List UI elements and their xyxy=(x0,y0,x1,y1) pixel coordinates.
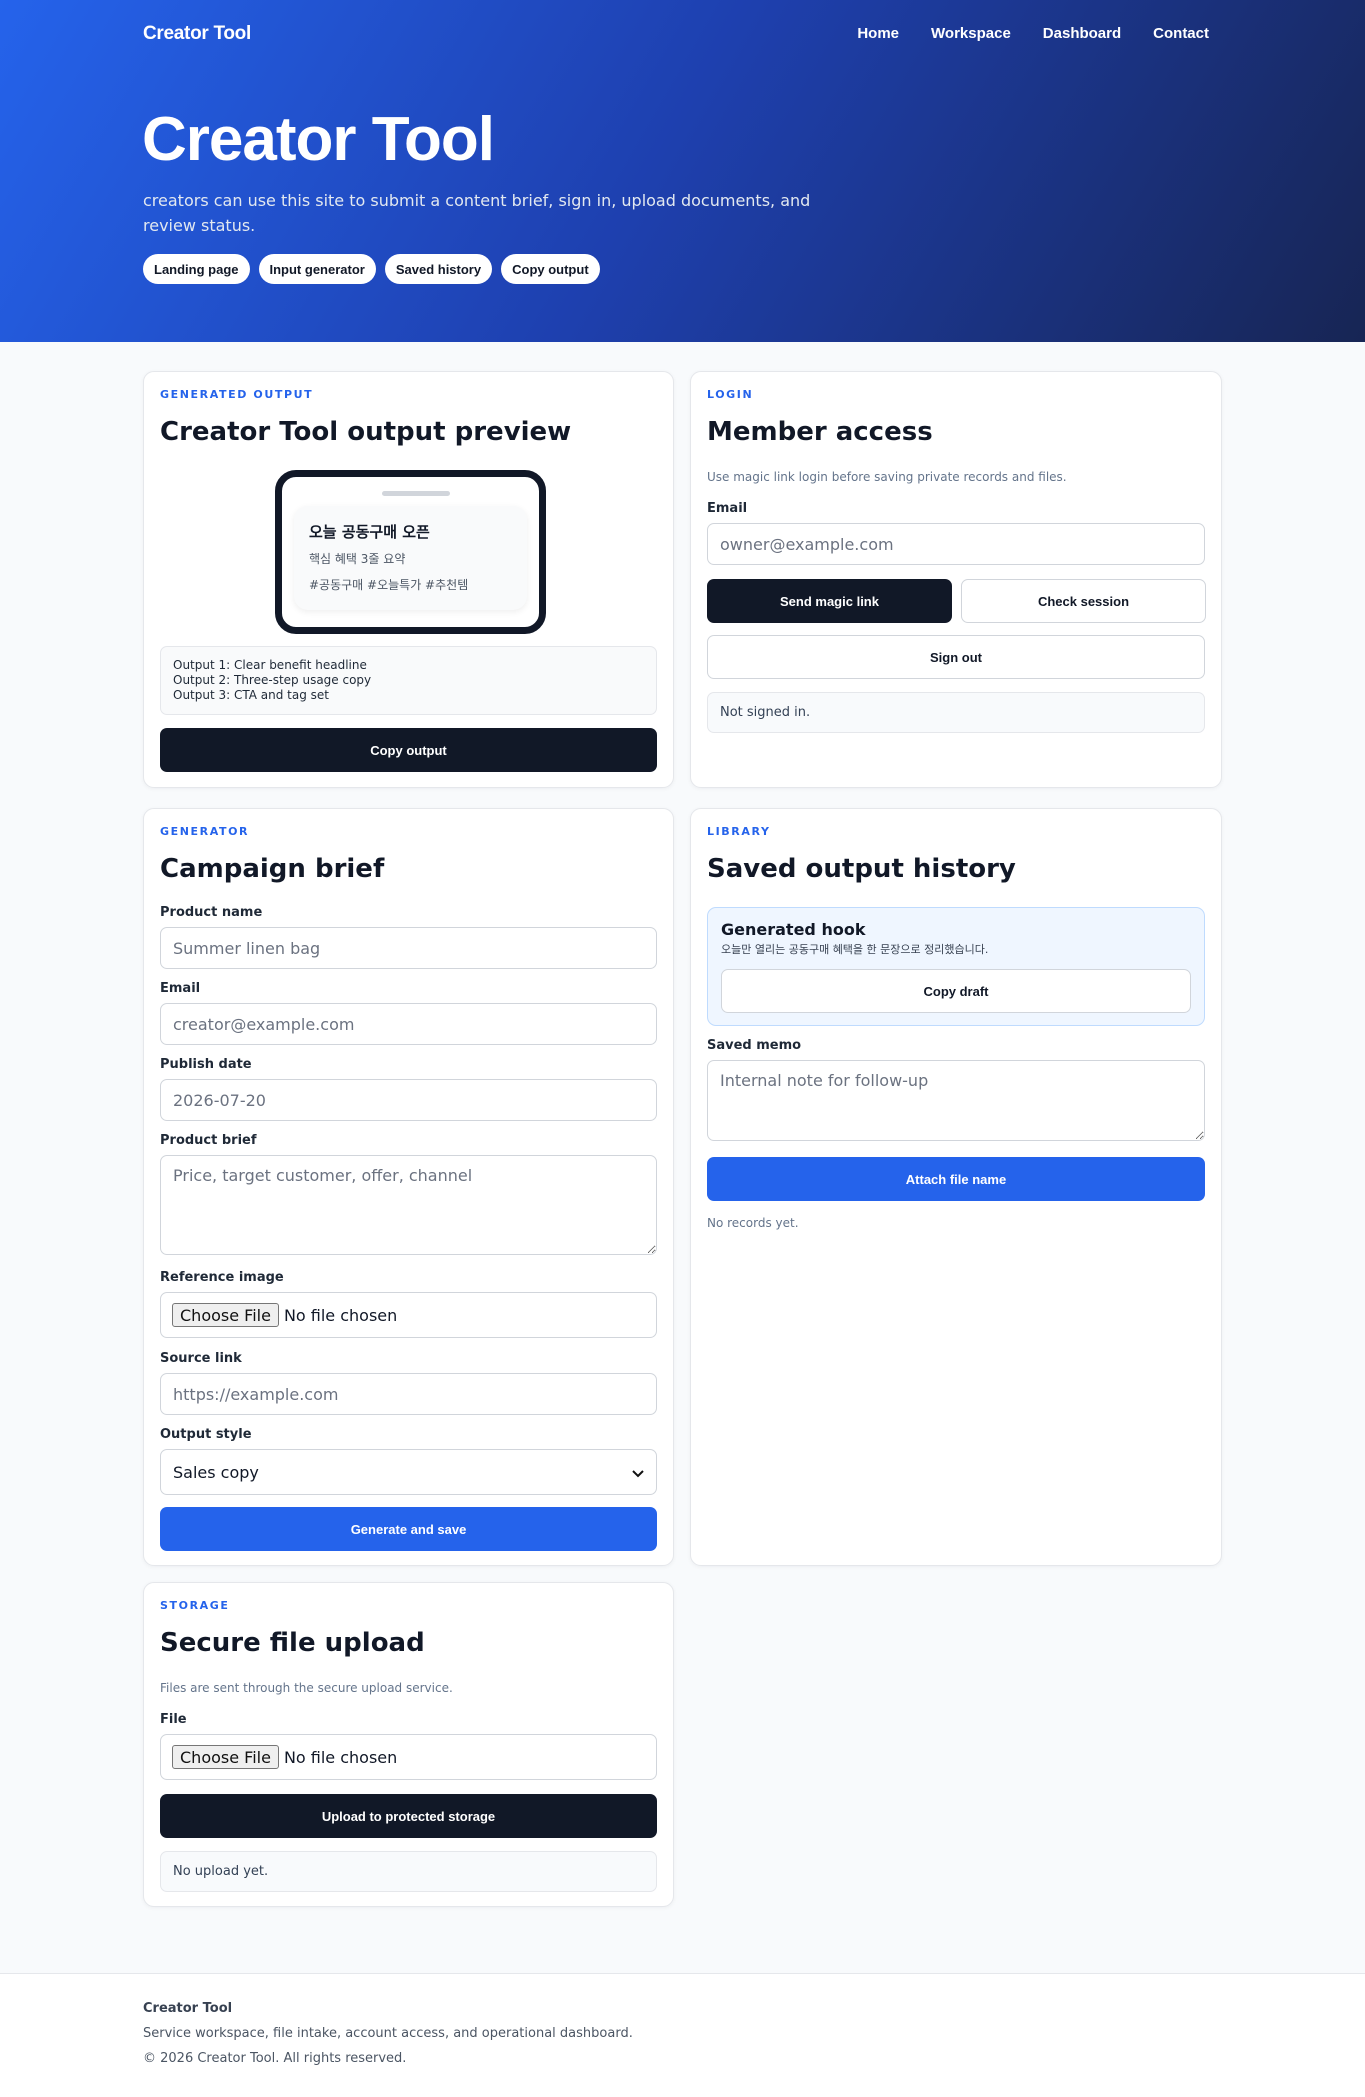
nav-dashboard-link[interactable]: Dashboard xyxy=(1043,25,1121,42)
login-description: Use magic link login before saving priva… xyxy=(707,470,1067,484)
chevron-down-icon xyxy=(632,1463,644,1482)
upload-status: No upload yet. xyxy=(160,1851,657,1892)
saved-memo-label: Saved memo xyxy=(707,1038,802,1053)
generator-email-input[interactable] xyxy=(160,1003,657,1045)
hero-subtitle: creators can use this site to submit a c… xyxy=(143,191,811,235)
nav-brand[interactable]: Creator Tool xyxy=(143,23,251,45)
file-status: No file chosen xyxy=(283,1305,398,1325)
hero-chips: Landing page Input generator Saved histo… xyxy=(143,254,600,284)
output-style-label: Output style xyxy=(160,1427,252,1442)
library-title: Saved output history xyxy=(707,854,1016,884)
product-name-label: Product name xyxy=(160,905,263,920)
storage-description: Files are sent through the secure upload… xyxy=(160,1681,453,1695)
reference-image-file-input: Choose File No file chosen xyxy=(160,1292,657,1338)
attach-file-name-button[interactable]: Attach file name xyxy=(707,1157,1205,1201)
footer-brand: Creator Tool xyxy=(143,2001,233,2016)
login-eyebrow: LOGIN xyxy=(707,388,754,401)
site-footer: Creator Tool Service workspace, file int… xyxy=(0,1973,1365,2097)
copy-draft-button[interactable]: Copy draft xyxy=(721,969,1191,1013)
upload-button[interactable]: Upload to protected storage xyxy=(160,1794,657,1838)
generated-hook-card: Generated hook 오늘만 열리는 공동구매 혜택을 한 문장으로 정… xyxy=(707,907,1205,1026)
secure-upload-card: STORAGE Secure file upload Files are sen… xyxy=(143,1582,674,1907)
chip-input-generator[interactable]: Input generator xyxy=(258,254,376,284)
phone-preview: 오늘 공동구매 오픈 핵심 혜택 3줄 요약 #공동구매 #오늘특가 #추천템 xyxy=(275,470,546,634)
chip-copy-output[interactable]: Copy output xyxy=(501,254,600,284)
storage-eyebrow: STORAGE xyxy=(160,1599,230,1612)
footer-description: Service workspace, file intake, account … xyxy=(143,2026,633,2041)
copy-output-button[interactable]: Copy output xyxy=(160,728,657,772)
phone-summary: 핵심 혜택 3줄 요약 xyxy=(309,552,406,566)
hero-header: Creator Tool Home Workspace Dashboard Co… xyxy=(0,0,1365,342)
output-item: Output 2: Three-step usage copy xyxy=(173,673,372,687)
saved-memo-textarea[interactable] xyxy=(707,1060,1205,1141)
main-nav: Home Workspace Dashboard Contact xyxy=(857,25,1209,42)
login-title: Member access xyxy=(707,417,933,447)
choose-file-button[interactable]: Choose File xyxy=(172,1745,279,1769)
login-card: LOGIN Member access Use magic link login… xyxy=(690,371,1222,788)
campaign-brief-card: GENERATOR Campaign brief Product name Em… xyxy=(143,808,674,1566)
upload-file-input: Choose File No file chosen xyxy=(160,1734,657,1780)
chip-saved-history[interactable]: Saved history xyxy=(384,254,493,284)
file-status: No file chosen xyxy=(283,1747,398,1767)
product-brief-textarea[interactable] xyxy=(160,1155,657,1255)
output-list: Output 1: Clear benefit headline Output … xyxy=(160,646,657,715)
output-preview-card: GENERATED OUTPUT Creator Tool output pre… xyxy=(143,371,674,788)
chip-landing-page[interactable]: Landing page xyxy=(143,254,250,284)
product-name-input[interactable] xyxy=(160,927,657,969)
output-item: Output 1: Clear benefit headline xyxy=(173,658,367,672)
generator-eyebrow: GENERATOR xyxy=(160,825,250,838)
preview-title: Creator Tool output preview xyxy=(160,417,572,447)
nav-contact-link[interactable]: Contact xyxy=(1153,25,1209,42)
nav-workspace-link[interactable]: Workspace xyxy=(931,25,1011,42)
hero-title: Creator Tool xyxy=(142,105,495,174)
phone-headline: 오늘 공동구매 오픈 xyxy=(309,523,430,541)
send-magic-link-button[interactable]: Send magic link xyxy=(707,579,952,623)
output-style-select[interactable]: Sales copy xyxy=(160,1449,657,1495)
publish-date-label: Publish date xyxy=(160,1057,252,1072)
file-label: File xyxy=(160,1712,187,1727)
hook-title: Generated hook xyxy=(721,920,866,939)
sign-out-button[interactable]: Sign out xyxy=(707,635,1205,679)
source-link-label: Source link xyxy=(160,1351,242,1366)
phone-screen: 오늘 공동구매 오픈 핵심 혜택 3줄 요약 #공동구매 #오늘특가 #추천템 xyxy=(294,506,527,610)
storage-title: Secure file upload xyxy=(160,1628,425,1658)
generator-title: Campaign brief xyxy=(160,854,385,884)
output-style-value: Sales copy xyxy=(173,1462,259,1482)
generate-and-save-button[interactable]: Generate and save xyxy=(160,1507,657,1551)
saved-history-card: LIBRARY Saved output history Generated h… xyxy=(690,808,1222,1566)
preview-eyebrow: GENERATED OUTPUT xyxy=(160,388,314,401)
history-empty-state: No records yet. xyxy=(707,1216,799,1230)
hook-text: 오늘만 열리는 공동구매 혜택을 한 문장으로 정리했습니다. xyxy=(721,943,989,956)
generator-email-label: Email xyxy=(160,981,201,996)
library-eyebrow: LIBRARY xyxy=(707,825,771,838)
nav-home-link[interactable]: Home xyxy=(857,25,899,42)
publish-date-input[interactable] xyxy=(160,1079,657,1121)
source-link-input[interactable] xyxy=(160,1373,657,1415)
phone-tags: #공동구매 #오늘특가 #추천템 xyxy=(309,578,469,592)
choose-file-button[interactable]: Choose File xyxy=(172,1303,279,1327)
phone-notch xyxy=(382,491,450,496)
footer-copyright: © 2026 Creator Tool. All rights reserved… xyxy=(143,2051,407,2066)
output-item: Output 3: CTA and tag set xyxy=(173,688,330,702)
check-session-button[interactable]: Check session xyxy=(961,579,1206,623)
login-email-label: Email xyxy=(707,501,748,516)
product-brief-label: Product brief xyxy=(160,1133,257,1148)
login-status: Not signed in. xyxy=(707,692,1205,733)
reference-image-label: Reference image xyxy=(160,1270,284,1285)
login-email-input[interactable] xyxy=(707,523,1205,565)
